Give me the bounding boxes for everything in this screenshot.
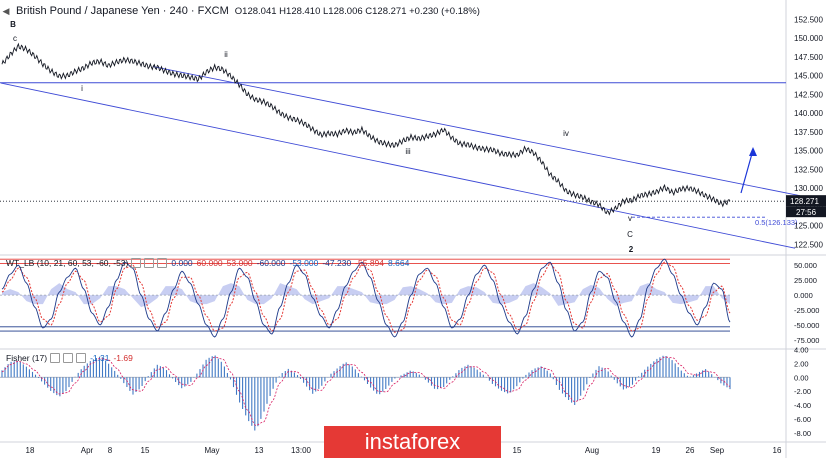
channel [0,66,801,249]
wave-label: ii [224,50,228,59]
labels: 0.5(126.133)BciiiiiiivvC2 [10,20,798,254]
wt-value-0: 0.000 [171,258,193,268]
time-tick-label: Sep [710,446,725,455]
wt-value-7: 8.664 [388,258,410,268]
chart-canvas[interactable]: 0.5(126.133)BciiiiiiivvC2 122.500125.000… [0,0,826,458]
chart-root: 0.5(126.133) Bc i ii iii iv v C 2 122.500 125.000… [0,0,826,458]
price-tick-label: 137.500 [794,128,823,137]
wt-tick-label: 25.000 [794,276,817,285]
wt-value-4: -53.000 [289,258,319,268]
time-tick-label: Aug [585,446,599,455]
wt-indicator-label[interactable]: WT_LB (10, 21, 60, 53, -60, -53) 0.000 6… [6,258,409,268]
settings-icon[interactable] [63,353,74,363]
time-tick-label: 26 [686,446,695,455]
eye-icon[interactable] [50,353,61,363]
fisher-value-0: -1.31 [90,353,110,363]
price-tick-label: 145.000 [794,72,823,81]
wt-value-6: -55.894 [355,258,385,268]
series [1,42,757,431]
wave-label: iv [563,129,569,138]
high-value: H128.410 [279,5,321,17]
fisher-tick-label: -4.00 [794,401,811,410]
wave-label: iii [405,147,411,156]
time-tick-label: Apr [81,446,94,455]
close-icon[interactable] [157,258,168,268]
last-price-label: 128.271 [790,197,819,206]
wt-tick-label: -50.000 [794,321,819,330]
chevron-left-icon[interactable]: ◀ [0,6,12,17]
time-tick-label: 19 [652,446,661,455]
wave-label: i [81,84,83,93]
change-value: +0.230 (+0.18%) [409,5,480,17]
time-tick-label: 13:00 [291,446,312,455]
close-value: C128.271 [365,5,407,17]
price-tick-label: 147.500 [794,53,823,62]
time-tick-label: 15 [141,446,150,455]
time-tick-label: May [204,446,219,455]
wt-tick-label: -25.000 [794,306,819,315]
price-tick-label: 140.000 [794,109,823,118]
time-tick-label: 18 [26,446,35,455]
wt-value-1: 60.000 [196,258,223,268]
wt-tick-label: 50.000 [794,261,817,270]
wave-label: v [628,214,632,223]
watermark-logo: instaforex [324,426,501,458]
settings-icon[interactable] [144,258,155,268]
price-tick-label: 132.500 [794,165,823,174]
fisher-tick-label: 0.00 [794,373,809,382]
wt-tick-label: 0.000 [794,291,813,300]
channel-lower-line [0,82,796,249]
projection-arrow [740,149,754,194]
time-tick-label: 13 [255,446,264,455]
fisher-tick-label: -2.00 [794,387,811,396]
time-tick-label: 8 [108,446,113,455]
price-tick-label: 125.000 [794,222,823,231]
wt-value-5: -47.230 [322,258,352,268]
open-value: O128.041 [234,5,277,17]
price-tick-label: 130.000 [794,184,823,193]
fib-level-label: 0.5(126.133) [755,218,798,227]
price-tick-label: 122.500 [794,240,823,249]
symbol-title: British Pound / Japanese Yen · 240 · FXC… [16,5,229,17]
countdown-label: 27:56 [796,208,817,217]
price-series-line [1,42,731,216]
fisher-indicator-name: Fisher (17) [6,353,48,363]
close-icon[interactable] [76,353,87,363]
axes: 122.500125.000127.500130.000132.500135.0… [26,15,826,455]
fisher-tick-label: 4.00 [794,345,809,354]
wt-value-2: 53.000 [226,258,253,268]
wave-label: c [13,34,17,43]
wt-value-3: -60.000 [256,258,286,268]
time-tick-label: 15 [513,446,522,455]
price-tick-label: 152.500 [794,15,823,24]
price-tick-label: 135.000 [794,147,823,156]
ohlc-values: O128.041 H128.410 L128.006 C128.271 +0.2… [235,6,480,17]
time-tick-label: 16 [773,446,782,455]
low-value: L128.006 [323,5,363,17]
price-tick-label: 142.500 [794,90,823,99]
wt-indicator-name: WT_LB (10, 21, 60, 53, -60, -53) [6,258,129,268]
wt-tick-label: -75.000 [794,336,819,345]
fisher-tick-label: -6.00 [794,415,811,424]
wave-label: C [627,230,633,239]
fisher-value-1: -1.69 [113,353,133,363]
eye-icon[interactable] [131,258,142,268]
channel-upper-line [152,66,801,197]
fisher-tick-label: -8.00 [794,429,811,438]
fisher-tick-label: 2.00 [794,359,809,368]
fisher-indicator-label[interactable]: Fisher (17) -1.31 -1.69 [6,353,133,363]
price-tick-label: 150.000 [794,34,823,43]
wave-label: 2 [629,245,634,254]
projection-arrow-head [749,147,757,156]
chart-header: ◀ British Pound / Japanese Yen · 240 · F… [0,0,480,22]
levels [0,82,786,378]
